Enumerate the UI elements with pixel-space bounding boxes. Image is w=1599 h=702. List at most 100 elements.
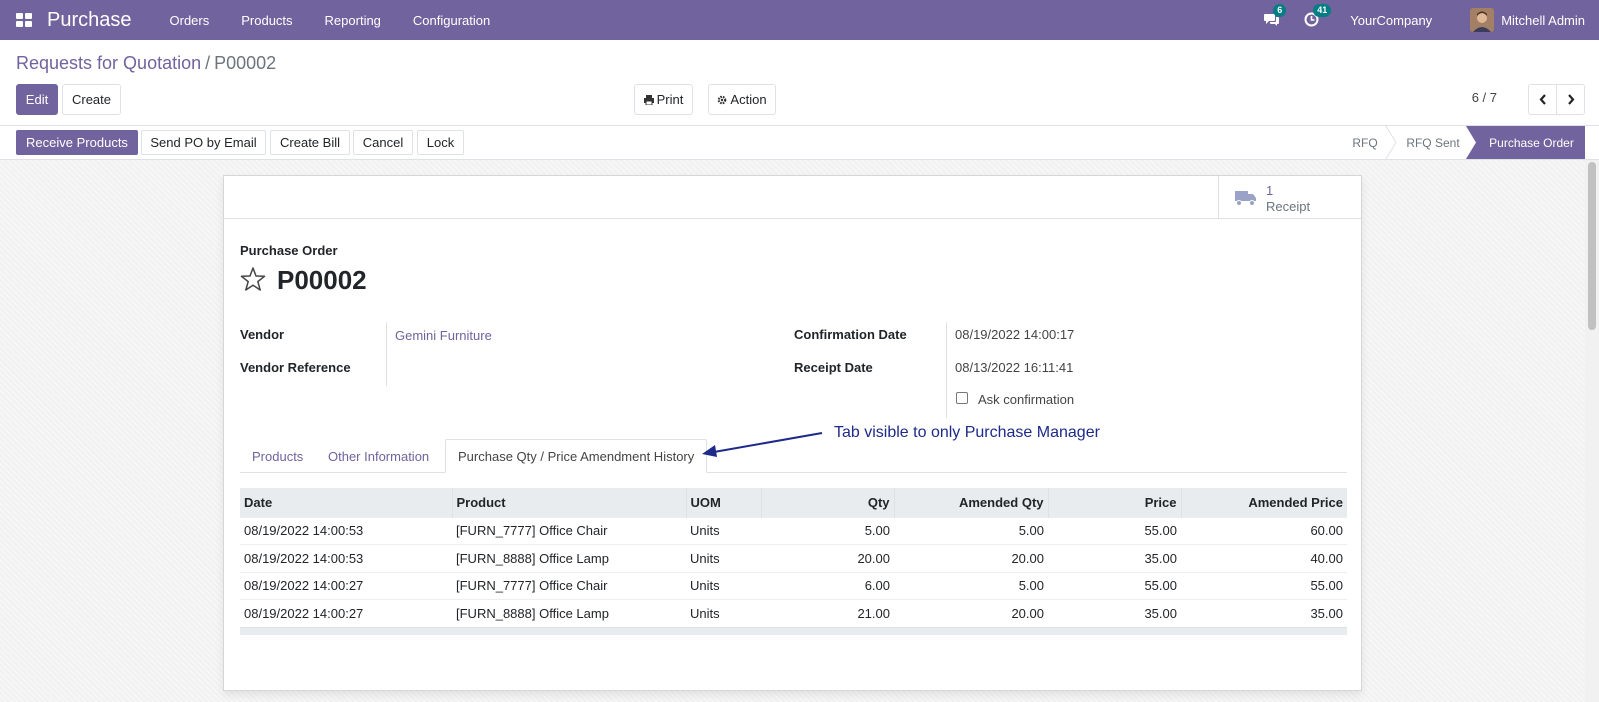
document-type-label: Purchase Order: [240, 243, 338, 258]
column-header-product[interactable]: Product: [451, 488, 686, 517]
left-group-divider: [386, 322, 387, 386]
cell-amended-price: 60.00: [1181, 516, 1347, 545]
table-footer-row: [240, 626, 1347, 635]
cell-price: 55.00: [1048, 516, 1181, 545]
lock-button[interactable]: Lock: [417, 130, 464, 155]
truck-icon: [1235, 191, 1256, 206]
table-row[interactable]: 08/19/2022 14:00:27 [FURN_7777] Office C…: [240, 571, 1347, 600]
pager-value[interactable]: 6 / 7: [1472, 90, 1497, 105]
annotation-note: Tab visible to only Purchase Manager: [834, 424, 1100, 441]
messages-icon[interactable]: 6: [1264, 4, 1287, 28]
table-row[interactable]: 08/19/2022 14:00:53 [FURN_7777] Office C…: [240, 516, 1347, 545]
scrollbar-thumb[interactable]: [1588, 162, 1596, 330]
cell-amended-qty: 20.00: [894, 599, 1048, 627]
column-header-amended-price[interactable]: Amended Price: [1180, 488, 1347, 517]
cell-amended-price: 55.00: [1181, 571, 1347, 600]
edit-button[interactable]: Edit: [16, 84, 58, 115]
table-footer-cell: [240, 626, 1347, 635]
stage-purchase-order[interactable]: Purchase Order: [1478, 126, 1585, 159]
action-label: Action: [730, 92, 767, 107]
cell-date: 08/19/2022 14:00:53: [240, 516, 452, 545]
table-row[interactable]: 08/19/2022 14:00:27 [FURN_8888] Office L…: [240, 599, 1347, 627]
cell-uom: Units: [686, 599, 761, 627]
cell-amended-qty: 5.00: [894, 516, 1048, 545]
button-box: 1 Receipt: [224, 176, 1361, 219]
vendor-reference-field[interactable]: [395, 360, 575, 376]
cell-price: 55.00: [1048, 571, 1181, 600]
cell-price: 35.00: [1048, 599, 1181, 627]
cell-amended-price: 35.00: [1181, 599, 1347, 627]
column-header-price[interactable]: Price: [1047, 488, 1181, 517]
activities-badge: 41: [1313, 4, 1332, 17]
column-header-date[interactable]: Date: [240, 488, 452, 517]
user-photo-icon: [1470, 8, 1495, 32]
stage-rfq-sent[interactable]: RFQ Sent: [1396, 126, 1470, 159]
pager-next-button[interactable]: [1556, 84, 1585, 115]
action-button[interactable]: Action: [708, 84, 776, 115]
cell-qty: 6.00: [761, 571, 894, 600]
statusbar: Receive Products Send PO by Email Create…: [0, 126, 1599, 160]
receipt-date-label: Receipt Date: [794, 360, 873, 375]
menu-reporting[interactable]: Reporting: [309, 13, 397, 28]
user-avatar[interactable]: [1470, 8, 1495, 32]
tab-amendment-history[interactable]: Purchase Qty / Price Amendment History: [445, 439, 708, 473]
receive-products-button[interactable]: Receive Products: [16, 130, 138, 155]
cell-product: [FURN_7777] Office Chair: [452, 516, 686, 545]
gear-icon: [718, 95, 727, 104]
send-po-email-button[interactable]: Send PO by Email: [141, 130, 266, 155]
control-panel: Requests for Quotation / P00002 Edit Creat…: [0, 40, 1599, 126]
chevron-right-icon: [1567, 94, 1574, 105]
company-switcher[interactable]: YourCompany: [1350, 13, 1432, 28]
cell-date: 08/19/2022 14:00:53: [240, 544, 452, 572]
cell-qty: 20.00: [761, 544, 894, 572]
breadcrumb-current: P00002: [214, 53, 277, 73]
column-header-uom[interactable]: UOM: [685, 488, 761, 517]
menu-orders[interactable]: Orders: [154, 13, 226, 28]
star-icon[interactable]: [240, 266, 266, 292]
tab-products[interactable]: Products: [240, 439, 315, 473]
activities-icon[interactable]: 41: [1304, 4, 1332, 28]
pager-previous-button[interactable]: [1528, 84, 1557, 115]
cell-product: [FURN_8888] Office Lamp: [452, 599, 686, 627]
breadcrumb-separator: /: [205, 53, 211, 73]
cell-product: [FURN_7777] Office Chair: [452, 571, 686, 600]
menu-configuration[interactable]: Configuration: [397, 13, 506, 28]
apps-menu-icon[interactable]: [16, 13, 32, 27]
vertical-scrollbar[interactable]: [1585, 160, 1599, 702]
cell-uom: Units: [686, 571, 761, 600]
printer-icon: [643, 94, 654, 105]
create-button[interactable]: Create: [62, 84, 121, 115]
vendor-reference-label: Vendor Reference: [240, 360, 351, 375]
user-menu[interactable]: Mitchell Admin: [1501, 13, 1585, 28]
cell-qty: 5.00: [761, 516, 894, 545]
stage-active-left-icon: [1466, 126, 1478, 159]
breadcrumb: Requests for Quotation / P00002: [16, 53, 276, 74]
column-header-qty[interactable]: Qty: [760, 488, 894, 517]
receipt-count: 1: [1266, 183, 1274, 198]
receipt-label: Receipt: [1266, 199, 1311, 214]
tab-other-information[interactable]: Other Information: [316, 439, 441, 473]
breadcrumb-parent[interactable]: Requests for Quotation: [16, 53, 201, 73]
vendor-label: Vendor: [240, 327, 285, 342]
menu-products[interactable]: Products: [225, 13, 308, 28]
cell-date: 08/19/2022 14:00:27: [240, 571, 452, 600]
table-header-row: Date Product UOM Qty Amended Qty Price A…: [240, 488, 1347, 517]
receipt-date-value: 08/13/2022 16:11:41: [955, 360, 1074, 375]
cell-amended-qty: 5.00: [894, 571, 1048, 600]
vendor-link[interactable]: Gemini Furniture: [395, 328, 492, 343]
column-header-amended-qty[interactable]: Amended Qty: [893, 488, 1048, 517]
cell-amended-qty: 20.00: [894, 544, 1048, 572]
receipt-smart-button[interactable]: 1 Receipt: [1218, 176, 1361, 219]
cell-uom: Units: [686, 516, 761, 545]
cell-price: 35.00: [1048, 544, 1181, 572]
app-title[interactable]: Purchase: [47, 9, 132, 32]
print-button[interactable]: Print: [634, 84, 693, 115]
cancel-button[interactable]: Cancel: [353, 130, 413, 155]
table-row[interactable]: 08/19/2022 14:00:53 [FURN_8888] Office L…: [240, 544, 1347, 572]
cell-uom: Units: [686, 544, 761, 572]
cell-amended-price: 40.00: [1181, 544, 1347, 572]
create-bill-button[interactable]: Create Bill: [270, 130, 350, 155]
confirmation-date-value: 08/19/2022 14:00:17: [955, 327, 1075, 342]
document-name: P00002: [277, 265, 367, 295]
ask-confirmation-checkbox[interactable]: [956, 392, 968, 404]
